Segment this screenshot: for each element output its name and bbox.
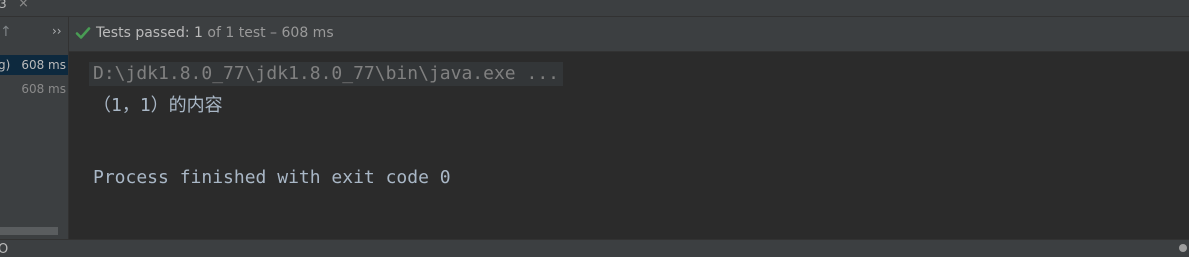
tab-strip: 3 ×: [0, 0, 1189, 17]
test-status-text: Tests passed: 1 of 1 test – 608 ms: [96, 17, 334, 50]
program-output-line: （1，1）的内容: [93, 95, 223, 116]
status-count: 1: [194, 25, 203, 41]
test-duration: 608 ms: [21, 58, 66, 72]
bottom-strip: O: [0, 239, 1189, 257]
test-tree-row-label: g): [0, 58, 11, 72]
process-exit-message: Process finished with exit code 0: [93, 167, 451, 188]
expand-chevron-icon[interactable]: ››: [52, 23, 62, 39]
test-status-header: Tests passed: 1 of 1 test – 608 ms: [69, 17, 1189, 52]
status-prefix: Tests passed:: [96, 25, 195, 41]
java-command-line[interactable]: D:\jdk1.8.0_77\jdk1.8.0_77\bin\java.exe …: [89, 62, 563, 86]
up-arrow-icon[interactable]: ↑: [0, 24, 12, 40]
console-output[interactable]: D:\jdk1.8.0_77\jdk1.8.0_77\bin\java.exe …: [69, 52, 1189, 239]
bottom-label: O: [0, 242, 9, 257]
test-tree-row-root[interactable]: g) 608 ms: [0, 55, 68, 75]
status-suffix: of 1 test – 608 ms: [202, 25, 334, 41]
run-tab-label: 3: [0, 0, 7, 11]
test-duration: 608 ms: [21, 82, 66, 96]
status-dot-icon: [1179, 244, 1187, 252]
test-tree-row-child[interactable]: 608 ms: [0, 79, 68, 99]
test-tree-panel: ↑ ›› g) 608 ms 608 ms: [0, 17, 69, 239]
check-icon: [75, 27, 91, 39]
close-icon[interactable]: ×: [18, 0, 29, 10]
run-tab[interactable]: 3 ×: [0, 0, 40, 16]
horizontal-scrollbar[interactable]: [0, 227, 58, 235]
run-tool-window: 3 × ↑ ›› g) 608 ms 608 ms Tests passed: …: [0, 0, 1189, 257]
